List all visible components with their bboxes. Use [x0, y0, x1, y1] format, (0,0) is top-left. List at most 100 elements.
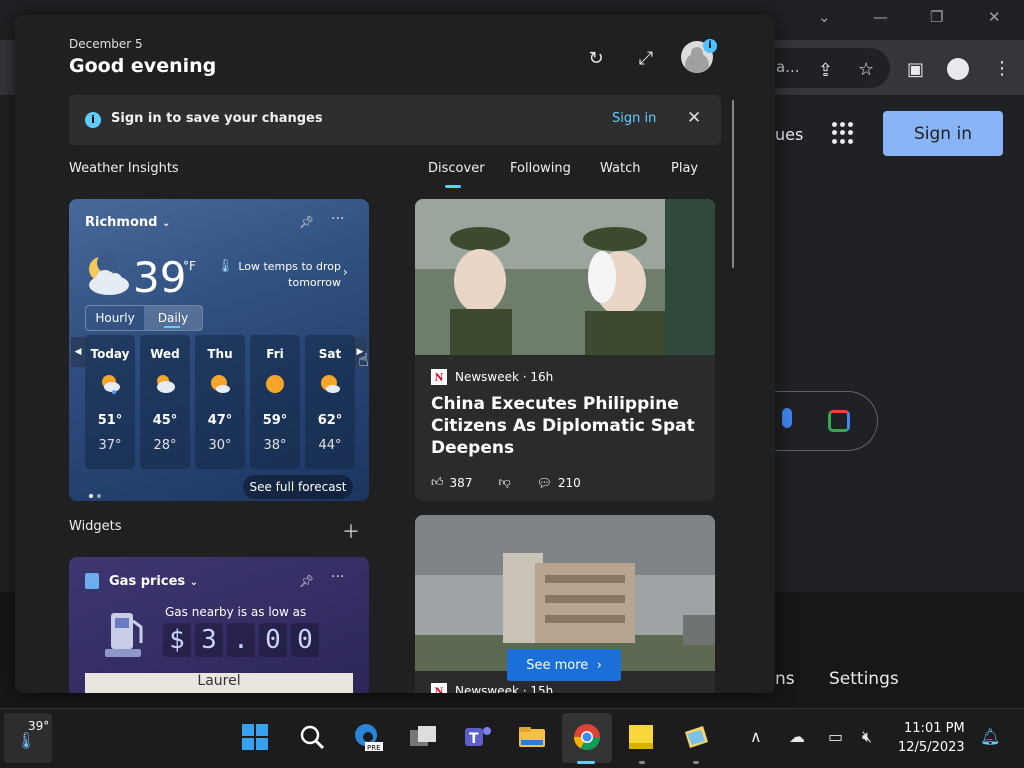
refresh-icon[interactable]: ↻: [584, 47, 608, 71]
see-more-button[interactable]: See more ›: [507, 649, 621, 681]
chevron-down-icon: ⌄: [189, 577, 199, 588]
notification-bell-icon[interactable]: 🔔︎: [980, 727, 1000, 746]
sticky-notes-icon[interactable]: [625, 721, 657, 753]
gas-prices-card[interactable]: Gas prices ⌄ 📌︎ ··· Gas nearby is as low…: [69, 557, 369, 693]
map-label: Laurel: [197, 673, 241, 689]
news-source[interactable]: N Newsweek · 15h: [431, 683, 553, 693]
tab-watch[interactable]: Watch: [600, 161, 640, 176]
news-image: [415, 515, 715, 671]
google-nav-link[interactable]: ues: [775, 125, 803, 144]
task-view-icon[interactable]: [407, 721, 439, 753]
gas-subtitle: Gas nearby is as low as: [165, 605, 307, 619]
start-icon[interactable]: [239, 721, 271, 753]
banner-sign-in-link[interactable]: Sign in: [612, 111, 656, 126]
pin-icon[interactable]: 📌︎: [299, 574, 314, 588]
show-hidden-icons-icon[interactable]: ∧: [750, 727, 762, 746]
comment-icon[interactable]: 💬︎: [537, 476, 552, 490]
profile-icon[interactable]: [947, 58, 969, 80]
network-icon[interactable]: ▭: [828, 727, 843, 746]
svg-text:PRE: PRE: [367, 744, 381, 752]
weather-alert[interactable]: Low temps to drop tomorrow: [229, 259, 341, 291]
see-full-forecast-button[interactable]: See full forecast: [243, 475, 353, 499]
side-panel-icon[interactable]: ▣: [907, 59, 924, 80]
lens-search-icon[interactable]: [828, 410, 850, 432]
gas-pump-icon: [85, 573, 99, 589]
temp-unit: °F: [183, 259, 196, 273]
news-card[interactable]: N Newsweek · 16h China Executes Philippi…: [415, 199, 715, 501]
day-low: 38°: [263, 438, 287, 453]
forecast-day[interactable]: Today 51° 37°: [85, 335, 135, 469]
bookmark-star-icon[interactable]: ☆: [858, 59, 874, 80]
chevron-right-icon[interactable]: ›: [343, 265, 348, 279]
forecast-day[interactable]: Wed 45° 28°: [140, 335, 190, 469]
active-indicator: [577, 761, 595, 764]
current-temp: 39: [133, 253, 187, 302]
dislike-icon[interactable]: 👎︎: [498, 475, 510, 490]
close-icon[interactable]: ✕: [687, 108, 701, 128]
forecast-day[interactable]: Thu 47° 30°: [195, 335, 245, 469]
gas-map[interactable]: Laurel: [85, 673, 353, 693]
taskbar-weather-widget[interactable]: 🌡︎ 39°: [4, 713, 52, 763]
price-digit: $: [163, 623, 191, 657]
forecast-day[interactable]: Sat 62° 44°: [305, 335, 355, 469]
day-name: Wed: [150, 347, 180, 361]
more-options-icon[interactable]: ···: [331, 211, 344, 227]
expand-icon[interactable]: ⤢: [634, 47, 658, 71]
more-options-icon[interactable]: ···: [331, 569, 344, 585]
thermometer-icon: 🌡︎: [16, 731, 37, 750]
gas-station-icon: [105, 613, 143, 657]
taskbar-clock[interactable]: 11:01 PM 12/5/2023: [898, 719, 965, 757]
file-explorer-icon[interactable]: [516, 721, 548, 753]
footer-settings-link[interactable]: Settings: [829, 669, 899, 689]
teams-icon[interactable]: T: [462, 721, 494, 753]
tab-search-icon[interactable]: ⌄: [818, 8, 831, 26]
snip-tool-icon[interactable]: [680, 721, 712, 753]
day-low: 37°: [98, 438, 122, 453]
prev-arrow-icon[interactable]: ◀: [71, 337, 85, 367]
google-apps-icon[interactable]: [832, 122, 854, 144]
minimize-icon[interactable]: —: [873, 8, 888, 26]
search-icon[interactable]: [296, 721, 328, 753]
weather-location[interactable]: Richmond ⌄: [85, 215, 170, 230]
share-icon[interactable]: ⇪: [818, 60, 833, 81]
weather-insights-title: Weather Insights: [69, 161, 179, 176]
hand-cursor-icon: ☝︎: [358, 350, 369, 371]
tab-discover[interactable]: Discover: [428, 161, 485, 176]
news-source[interactable]: N Newsweek · 16h: [431, 369, 553, 385]
forecast-day[interactable]: Fri 59° 38°: [250, 335, 300, 469]
restore-icon[interactable]: ❐: [930, 8, 943, 26]
tab-play[interactable]: Play: [671, 161, 698, 176]
partly-sunny-icon: [321, 375, 340, 393]
add-widget-icon[interactable]: ＋: [342, 518, 360, 544]
google-sign-in-button[interactable]: Sign in: [883, 111, 1003, 156]
voice-search-icon[interactable]: [782, 408, 792, 428]
daily-toggle[interactable]: Daily: [144, 306, 202, 330]
chrome-icon[interactable]: [571, 721, 603, 753]
gas-price: $ 3 . 0 0: [163, 623, 319, 657]
day-name: Fri: [266, 347, 284, 361]
chrome-menu-icon[interactable]: ⋮: [993, 58, 1011, 79]
footer-link[interactable]: ns: [775, 669, 795, 689]
scrollbar[interactable]: [732, 100, 734, 268]
edge-beta-icon[interactable]: PRE: [352, 721, 384, 753]
hourly-toggle[interactable]: Hourly: [86, 306, 144, 330]
close-window-icon[interactable]: ✕: [988, 8, 1001, 26]
newsweek-logo-icon: N: [431, 683, 447, 693]
like-icon[interactable]: 👍︎: [431, 475, 444, 490]
news-headline[interactable]: China Executes Philippine Citizens As Di…: [431, 393, 701, 459]
running-indicator: [639, 761, 645, 764]
weather-card[interactable]: Richmond ⌄ 📌︎ ··· 39 °F 🌡︎ Low temps to …: [69, 199, 369, 501]
day-low: 28°: [153, 438, 177, 453]
gas-title[interactable]: Gas prices ⌄: [109, 574, 198, 589]
partly-cloudy-icon: [157, 375, 175, 393]
news-card[interactable]: See more › N Newsweek · 15h: [415, 515, 715, 693]
tab-following[interactable]: Following: [510, 161, 571, 176]
onedrive-icon[interactable]: ☁︎: [789, 727, 805, 746]
pin-icon[interactable]: 📌︎: [299, 215, 314, 229]
sign-in-banner: i Sign in to save your changes Sign in ✕: [69, 95, 721, 145]
page-dots[interactable]: [89, 483, 105, 501]
running-indicator: [693, 761, 699, 764]
banner-message: Sign in to save your changes: [111, 111, 323, 126]
volume-muted-icon[interactable]: 🔇︎: [862, 727, 872, 747]
day-high: 47°: [207, 413, 233, 428]
